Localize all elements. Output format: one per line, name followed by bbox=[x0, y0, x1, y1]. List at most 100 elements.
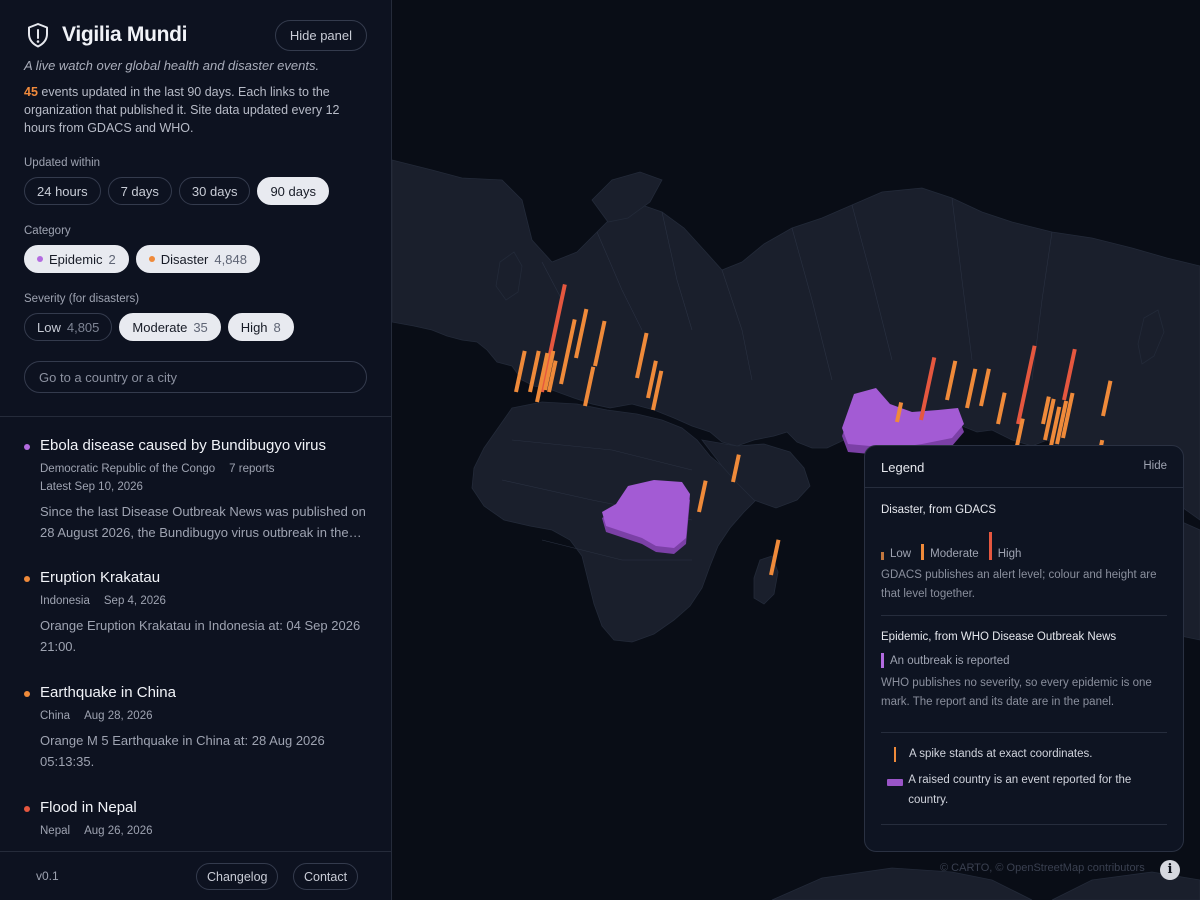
event-item-nepal-flood[interactable]: Flood in Nepal Nepal Aug 26, 2026 bbox=[24, 798, 369, 840]
event-title: Earthquake in China bbox=[40, 684, 176, 701]
event-description: Orange Eruption Krakatau in Indonesia at… bbox=[40, 618, 361, 654]
event-date: Aug 26, 2026 bbox=[84, 825, 153, 837]
disaster-dot bbox=[24, 691, 30, 697]
legend-hide-button[interactable]: Hide bbox=[1143, 460, 1167, 472]
version-label: v0.1 bbox=[36, 869, 59, 883]
summary-text: events updated in the last 90 days. Each… bbox=[24, 85, 340, 135]
category-filter-label: Category bbox=[24, 225, 71, 237]
legend-divider bbox=[881, 615, 1167, 616]
legend-bar-low bbox=[881, 552, 884, 560]
location-search-input[interactable] bbox=[24, 361, 367, 393]
event-item-krakatau[interactable]: Eruption Krakatau Indonesia Sep 4, 2026 O… bbox=[24, 568, 369, 657]
side-panel: Vigilia Mundi Hide panel A live watch ov… bbox=[0, 0, 392, 900]
chip-count: 8 bbox=[273, 319, 281, 335]
legend-epidemic-bar bbox=[881, 653, 884, 668]
hide-panel-button[interactable]: Hide panel bbox=[274, 20, 367, 51]
legend-epidemic-note: WHO publishes no severity, so every epid… bbox=[881, 677, 1152, 708]
event-date: Aug 28, 2026 bbox=[84, 710, 153, 722]
chip-low[interactable]: Low 4,805 bbox=[24, 313, 113, 341]
epidemic-dot bbox=[37, 256, 43, 262]
legend-level-low: Low bbox=[881, 548, 911, 560]
event-meta: Democratic Republic of the Congo 7 report… bbox=[40, 460, 369, 478]
legend-spike-key: A spike stands at exact coordinates. bbox=[881, 744, 1167, 764]
legend-level-moderate: Moderate bbox=[921, 544, 979, 560]
event-report-count: 7 reports bbox=[229, 463, 275, 475]
legend-level-label: Moderate bbox=[930, 548, 979, 560]
event-item-ebola[interactable]: Ebola disease caused by Bundibugyo virus… bbox=[24, 436, 369, 543]
event-title: Flood in Nepal bbox=[40, 799, 137, 816]
event-meta: Indonesia Sep 4, 2026 bbox=[40, 592, 369, 610]
legend-marks-section: A spike stands at exact coordinates. A r… bbox=[881, 744, 1167, 810]
raised-country-symbol bbox=[881, 770, 908, 786]
info-icon[interactable]: i bbox=[1160, 860, 1180, 880]
legend-divider bbox=[881, 824, 1167, 825]
event-description: Orange M 5 Earthquake in China at: 28 Au… bbox=[40, 733, 325, 769]
event-title: Ebola disease caused by Bundibugyo virus bbox=[40, 437, 327, 454]
legend-country-key: A raised country is an event reported fo… bbox=[881, 770, 1167, 810]
chip-moderate[interactable]: Moderate 35 bbox=[119, 313, 221, 341]
legend-header: Legend Hide bbox=[865, 446, 1183, 488]
chip-label: 24 hours bbox=[37, 183, 88, 199]
legend-title: Legend bbox=[881, 460, 925, 475]
event-location: Nepal bbox=[40, 825, 71, 837]
chip-90-days[interactable]: 90 days bbox=[257, 177, 329, 205]
spike-symbol bbox=[881, 744, 909, 762]
chip-label: 30 days bbox=[191, 183, 238, 199]
legend-disaster-heading: Disaster, from GDACS bbox=[881, 504, 997, 516]
event-item-china-earthquake[interactable]: Earthquake in China China Aug 28, 2026 Or… bbox=[24, 683, 369, 772]
chip-count: 35 bbox=[193, 319, 208, 335]
event-meta: China Aug 28, 2026 bbox=[40, 707, 369, 725]
updated-filter-label: Updated within bbox=[24, 157, 101, 169]
legend-level-high: High bbox=[988, 532, 1022, 560]
updated-filter: 24 hours 7 days 30 days 90 days bbox=[24, 177, 367, 205]
severity-filter-label: Severity (for disasters) bbox=[24, 293, 140, 305]
app-title: Vigilia Mundi bbox=[62, 23, 188, 46]
legend-level-label: Low bbox=[890, 548, 912, 560]
legend-epidemic-heading: Epidemic, from WHO Disease Outbreak News bbox=[881, 631, 1117, 643]
legend-panel: Legend Hide Disaster, from GDACS Low Mod… bbox=[864, 445, 1184, 852]
event-title: Eruption Krakatau bbox=[40, 569, 161, 586]
legend-bar-moderate bbox=[921, 544, 925, 560]
legend-severity-levels: Low Moderate High bbox=[881, 530, 1167, 560]
legend-epidemic-item: An outbreak is reported bbox=[881, 653, 1167, 668]
chip-epidemic[interactable]: Epidemic 2 bbox=[24, 245, 129, 273]
contact-button[interactable]: Contact bbox=[293, 863, 359, 890]
chip-count: 4,848 bbox=[214, 251, 247, 267]
tagline: A live watch over global health and disa… bbox=[24, 58, 320, 73]
summary: 45 events updated in the last 90 days. E… bbox=[24, 83, 367, 137]
category-filter: Epidemic 2 Disaster 4,848 bbox=[24, 245, 367, 273]
chip-30-days[interactable]: 30 days bbox=[178, 177, 251, 205]
legend-divider bbox=[881, 732, 1167, 733]
event-description: Since the last Disease Outbreak News was… bbox=[40, 504, 366, 540]
chip-7-days[interactable]: 7 days bbox=[107, 177, 172, 205]
chip-24-hours[interactable]: 24 hours bbox=[24, 177, 101, 205]
chip-label: 90 days bbox=[270, 183, 316, 199]
disaster-dot bbox=[24, 806, 30, 812]
map-attribution: © CARTO, © OpenStreetMap contributors bbox=[940, 862, 1145, 874]
epidemic-dot bbox=[24, 444, 30, 450]
event-latest-date: Latest Sep 10, 2026 bbox=[40, 481, 143, 493]
legend-spike-note: A spike stands at exact coordinates. bbox=[909, 748, 1093, 760]
chip-label: 7 days bbox=[120, 183, 159, 199]
event-location: China bbox=[40, 710, 71, 722]
chip-label: Moderate bbox=[132, 319, 188, 335]
panel-header: Vigilia Mundi Hide panel A live watch ov… bbox=[24, 20, 367, 393]
chip-disaster[interactable]: Disaster 4,848 bbox=[135, 245, 260, 273]
changelog-button[interactable]: Changelog bbox=[196, 863, 279, 890]
disaster-dot bbox=[24, 576, 30, 582]
legend-epidemic-label: An outbreak is reported bbox=[890, 654, 1010, 667]
legend-country-note: A raised country is an event reported fo… bbox=[908, 774, 1132, 806]
shield-icon bbox=[28, 23, 48, 48]
event-meta: Nepal Aug 26, 2026 bbox=[40, 822, 369, 840]
chip-label: Low bbox=[37, 319, 61, 335]
event-location: Democratic Republic of the Congo bbox=[40, 463, 216, 475]
chip-label: High bbox=[240, 319, 268, 335]
event-count: 45 bbox=[24, 85, 38, 99]
severity-filter: Low 4,805 Moderate 35 High 8 bbox=[24, 313, 367, 341]
legend-bar-high bbox=[988, 532, 992, 560]
event-location: Indonesia bbox=[40, 595, 90, 607]
legend-level-label: High bbox=[997, 548, 1022, 560]
chip-high[interactable]: High 8 bbox=[227, 313, 294, 341]
legend-disaster-note: GDACS publishes an alert level; colour a… bbox=[881, 569, 1157, 600]
legend-epidemic-section: Epidemic, from WHO Disease Outbreak News… bbox=[881, 631, 1167, 712]
